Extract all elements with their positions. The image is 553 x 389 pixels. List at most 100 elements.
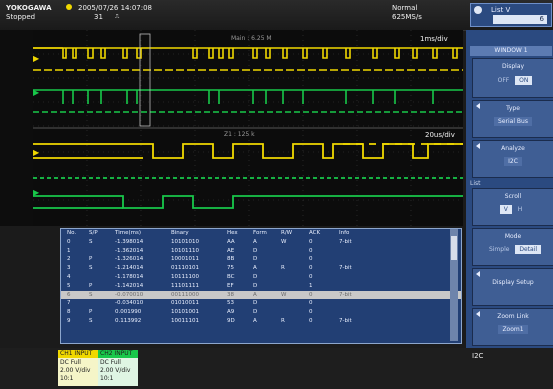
display-off-option[interactable]: OFF <box>494 76 514 85</box>
bus-type-indicator: I2C <box>472 352 484 360</box>
cell-hex: 75 <box>227 265 234 272</box>
list-section-title: List <box>470 180 481 187</box>
list-v-value[interactable]: 6 <box>493 15 547 24</box>
cell-no: 5 <box>67 282 71 289</box>
acquisition-count: 31 <box>94 13 103 21</box>
zoom-timebase: 20us/div <box>425 131 455 139</box>
ch2-settings-box[interactable]: DC Full 2.00 V/div 10:1 <box>98 358 138 386</box>
waveform-svg <box>33 30 463 226</box>
cell-hex: 8B <box>227 256 235 263</box>
display-on-option[interactable]: ON <box>515 76 533 85</box>
cell-info: 7-bit <box>339 238 352 245</box>
zoom-link-softkey[interactable]: Zoom Link Zoom1 <box>472 308 553 346</box>
cell-rw: W <box>281 291 287 298</box>
mode-detail-option[interactable]: Detail <box>515 245 542 254</box>
scroll-softkey[interactable]: Scroll V H <box>472 188 553 226</box>
analyze-softkey[interactable]: Analyze I2C <box>472 140 553 178</box>
cell-form: A <box>253 238 257 245</box>
ch2-scale: 2.00 V/div <box>100 367 131 374</box>
col-header-ack: ACK <box>309 230 321 236</box>
cell-ack: 0 <box>309 309 313 316</box>
ch1-settings-box[interactable]: DC Full 2.00 V/div 10:1 <box>58 358 98 386</box>
channel-marker-strip <box>0 30 34 226</box>
col-header-no: No. <box>67 230 77 236</box>
ch1-main-trace <box>33 47 463 71</box>
main-timebase: 1ms/div <box>420 35 448 43</box>
table-row[interactable]: 0 S -1.398014 10101010 AA A W 0 7-bit <box>61 238 461 247</box>
table-row[interactable]: 8 P 0.001990 10101001 A9 D 0 <box>61 308 461 317</box>
cell-info: 7-bit <box>339 317 352 324</box>
cell-no: 7 <box>67 300 71 307</box>
table-row[interactable]: 5 P -1.142014 11101111 EF D 1 <box>61 282 461 291</box>
cell-sp: S <box>89 291 93 298</box>
cell-ack: 0 <box>309 273 313 280</box>
ch1-coupling: DC Full <box>60 359 81 366</box>
table-row[interactable]: 1 -1.362014 10101110 AE D 0 <box>61 247 461 256</box>
cell-rw: R <box>281 317 285 324</box>
col-header-form: Form <box>253 230 267 236</box>
cell-no: 2 <box>67 256 71 263</box>
cell-form: A <box>253 265 257 272</box>
cell-form: D <box>253 282 258 289</box>
table-row[interactable]: 6 S -0.070010 00111000 38 A W 0 7-bit <box>61 290 461 300</box>
cell-form: D <box>253 309 258 316</box>
submenu-arrow-icon <box>476 311 480 317</box>
display-softkey[interactable]: Display OFF ON <box>472 58 553 98</box>
col-header-time: Time(ms) <box>115 230 141 236</box>
cell-hex: EF <box>227 282 234 289</box>
table-row[interactable]: 2 P -1.326014 10001011 8B D 0 <box>61 255 461 264</box>
cell-no: 1 <box>67 247 71 254</box>
analyze-value: I2C <box>504 157 522 166</box>
list-scroll-thumb[interactable] <box>451 236 457 260</box>
cell-time: -1.362014 <box>115 247 144 254</box>
col-header-binary: Binary <box>171 230 189 236</box>
table-row[interactable]: 3 S -1.214014 01110101 75 A R 0 7-bit <box>61 264 461 273</box>
scroll-label: Scroll <box>504 193 522 200</box>
cell-time: -1.326014 <box>115 256 144 263</box>
cell-form: D <box>253 300 258 307</box>
trigger-icon: ⎍ <box>115 13 120 20</box>
cell-ack: 1 <box>309 282 313 289</box>
cell-sp: S <box>89 317 93 324</box>
ch2-coupling: DC Full <box>100 359 121 366</box>
ch2-main-trace <box>33 89 463 113</box>
list-v-label: List V <box>491 6 511 14</box>
cell-sp: P <box>89 282 93 289</box>
table-row[interactable]: 9 S 0.113992 10011101 9D A R 0 7-bit <box>61 317 461 326</box>
table-row[interactable]: 4 -1.178014 10111100 BC D 0 <box>61 273 461 282</box>
ch2-zoom-marker-icon: ▶ <box>33 188 40 197</box>
cell-time: 0.001990 <box>115 309 142 316</box>
cell-hex: 38 <box>227 291 234 298</box>
list-v-menu[interactable]: List V 6 <box>470 3 552 27</box>
table-body: 0 S -1.398014 10101010 AA A W 0 7-bit 1 -1.362014 1… <box>61 238 461 326</box>
cell-info: 7-bit <box>339 291 352 298</box>
ch2-marker-icon: ▶ <box>33 88 40 97</box>
mode-simple-option[interactable]: Simple <box>485 245 514 254</box>
ch1-input-title[interactable]: CH1 INPUT <box>58 350 98 358</box>
cell-no: 8 <box>67 309 71 316</box>
col-header-sp: S/P <box>89 230 98 236</box>
scroll-h-option[interactable]: H <box>514 205 527 214</box>
cell-ack: 0 <box>309 256 313 263</box>
submenu-arrow-icon <box>476 143 480 149</box>
decode-list-table[interactable]: No. S/P Time(ms) Binary Hex Form R/W ACK… <box>60 228 462 344</box>
cell-time: -1.142014 <box>115 282 144 289</box>
table-row[interactable]: 7 -0.034010 01010011 53 D 0 <box>61 299 461 308</box>
cell-no: 0 <box>67 238 71 245</box>
cell-hex: BC <box>227 273 235 280</box>
mode-softkey[interactable]: Mode Simple Detail <box>472 228 553 266</box>
ch2-input-title[interactable]: CH2 INPUT <box>98 350 138 358</box>
cell-bin: 10101010 <box>171 238 199 245</box>
scroll-v-option[interactable]: V <box>499 205 512 214</box>
cell-sp: P <box>89 256 93 263</box>
display-setup-softkey[interactable]: Display Setup <box>472 268 553 306</box>
waveform-display[interactable] <box>33 30 463 226</box>
submenu-arrow-icon <box>476 103 480 109</box>
cell-no: 9 <box>67 317 71 324</box>
cell-form: D <box>253 247 258 254</box>
cell-bin: 11101111 <box>171 282 199 289</box>
cell-bin: 01110101 <box>171 265 199 272</box>
cell-bin: 01010011 <box>171 300 199 307</box>
ch1-scale: 2.00 V/div <box>60 367 91 374</box>
type-softkey[interactable]: Type Serial Bus <box>472 100 553 138</box>
